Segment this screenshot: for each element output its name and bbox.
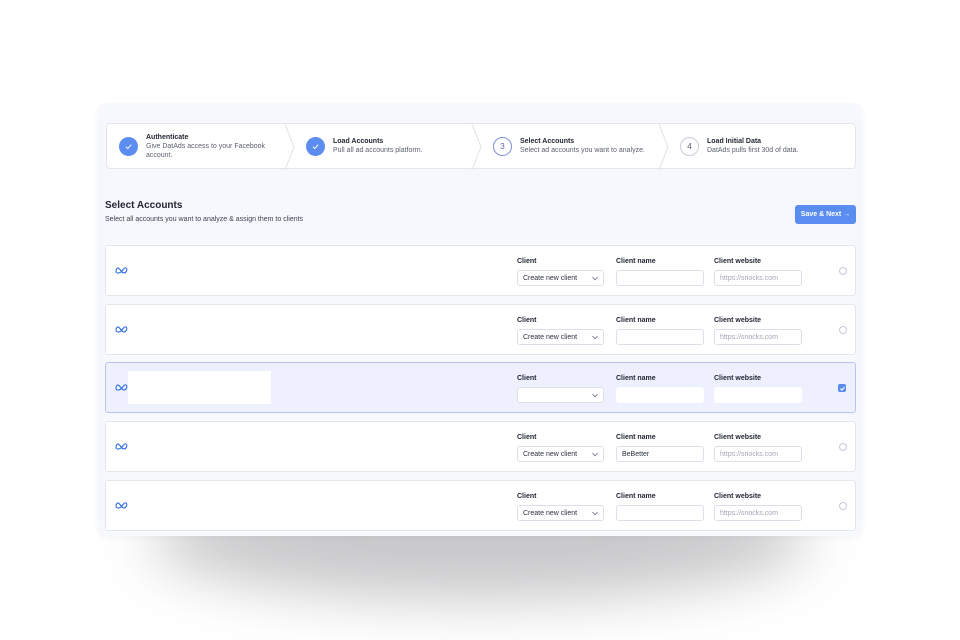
- step-title: Load Accounts: [333, 138, 384, 145]
- client-name-label: Client name: [616, 493, 656, 500]
- client-label: Client: [517, 434, 537, 441]
- step-separator: [284, 124, 295, 170]
- step-load-accounts[interactable]: Load Accounts Pull all ad accounts platf…: [294, 124, 482, 170]
- meta-icon: [115, 443, 128, 450]
- chevron-down-icon: [592, 276, 598, 281]
- account-row[interactable]: Client Create new client Client name Cli…: [105, 304, 856, 355]
- select-checkbox-checked[interactable]: [838, 384, 846, 392]
- save-next-button[interactable]: Save & Next →: [795, 205, 856, 224]
- client-label: Client: [517, 493, 537, 500]
- step-title: Load Initial Data: [707, 138, 762, 145]
- client-name-input[interactable]: [616, 387, 704, 403]
- client-select[interactable]: Create new client: [517, 329, 604, 345]
- client-select-value: Create new client: [523, 450, 578, 458]
- meta-icon: [115, 326, 128, 333]
- meta-icon: [115, 267, 128, 274]
- checkmark-icon: [125, 143, 132, 149]
- step-desc: DatAds pulls first 30d of data.: [707, 147, 799, 154]
- chevron-down-icon: [592, 335, 598, 340]
- client-name-input[interactable]: [616, 505, 704, 521]
- client-name-input[interactable]: BeBetter: [616, 446, 704, 462]
- select-radio[interactable]: [839, 443, 847, 451]
- page-subtitle: Select all accounts you want to analyze …: [105, 216, 304, 223]
- select-radio[interactable]: [839, 267, 847, 275]
- client-select[interactable]: [517, 387, 604, 403]
- client-select-value: Create new client: [523, 274, 578, 282]
- client-select[interactable]: Create new client: [517, 505, 604, 521]
- account-row[interactable]: Client Create new client Client name BeB…: [105, 421, 856, 472]
- chevron-down-icon: [592, 511, 598, 516]
- client-select-value: Create new client: [523, 509, 578, 517]
- page-title: Select Accounts: [105, 200, 183, 211]
- stepper: Authenticate Give DatAds access to your …: [106, 123, 856, 170]
- client-website-label: Client website: [714, 434, 762, 441]
- checkmark-icon: [312, 143, 319, 149]
- client-website-label: Client website: [714, 258, 762, 265]
- client-website-input[interactable]: https://snocks.com: [714, 329, 802, 345]
- step-desc: Pull all ad accounts platform.: [333, 147, 423, 154]
- client-website-input[interactable]: https://snocks.com: [714, 446, 802, 462]
- step-number: 3: [493, 136, 512, 156]
- account-row-selected[interactable]: Client Client name Client website: [105, 362, 856, 413]
- meta-icon: [115, 502, 128, 509]
- client-website-input[interactable]: https://snocks.com: [714, 505, 802, 521]
- client-name-input[interactable]: [616, 329, 704, 345]
- step-load-initial-data[interactable]: 4 Load Initial Data DatAds pulls first 3…: [668, 124, 855, 168]
- client-name-label: Client name: [616, 317, 656, 324]
- client-name-label: Client name: [616, 258, 656, 265]
- step-title: Authenticate: [146, 133, 189, 141]
- client-select[interactable]: Create new client: [517, 446, 604, 462]
- client-website-label: Client website: [714, 375, 762, 382]
- client-website-input[interactable]: [714, 387, 802, 403]
- step-authenticate[interactable]: Authenticate Give DatAds access to your …: [107, 124, 295, 170]
- client-name-label: Client name: [616, 375, 656, 382]
- step-desc: Give DatAds access to your Facebook acco…: [146, 142, 266, 159]
- chevron-down-icon: [592, 393, 598, 398]
- client-name-label: Client name: [616, 434, 656, 441]
- select-radio[interactable]: [839, 326, 847, 334]
- onboarding-card: Authenticate Give DatAds access to your …: [97, 103, 863, 536]
- step-select-accounts[interactable]: 3 Select Accounts Select ad accounts you…: [481, 124, 669, 170]
- client-website-label: Client website: [714, 493, 762, 500]
- step-separator: [658, 124, 669, 170]
- client-select[interactable]: Create new client: [517, 270, 604, 286]
- chevron-down-icon: [592, 452, 598, 457]
- client-label: Client: [517, 317, 537, 324]
- client-website-label: Client website: [714, 317, 762, 324]
- step-desc: Select ad accounts you want to analyze.: [520, 147, 645, 154]
- step-done-icon: [306, 136, 325, 156]
- checkmark-icon: [839, 386, 845, 391]
- redacted-account-name: [128, 371, 271, 404]
- select-radio[interactable]: [839, 502, 847, 510]
- client-website-input[interactable]: https://snocks.com: [714, 270, 802, 286]
- account-row[interactable]: Client Create new client Client name Cli…: [105, 245, 856, 296]
- step-title: Select Accounts: [520, 138, 575, 145]
- meta-icon: [115, 384, 128, 391]
- client-label: Client: [517, 375, 537, 382]
- client-label: Client: [517, 258, 537, 265]
- step-separator: [471, 124, 482, 170]
- step-number: 4: [680, 136, 699, 156]
- client-select-value: Create new client: [523, 333, 578, 341]
- step-done-icon: [119, 136, 138, 156]
- client-name-input[interactable]: [616, 270, 704, 286]
- account-row[interactable]: Client Create new client Client name Cli…: [105, 480, 856, 531]
